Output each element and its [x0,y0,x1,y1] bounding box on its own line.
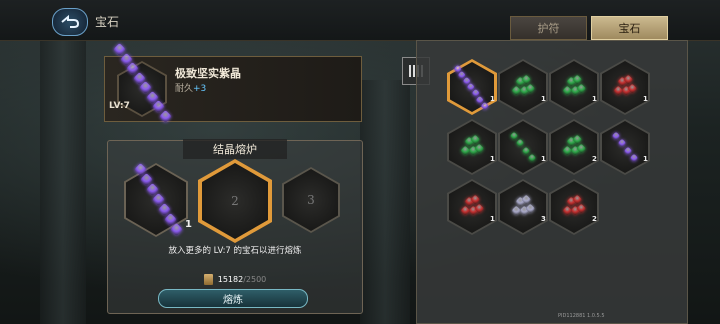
gem-crystal [170,223,183,236]
gem-crystal [521,146,530,155]
inventory-gem-icon [498,179,548,235]
back-button[interactable] [52,8,88,36]
crystal-forge-panel: 结晶熔炉 1 2 3 放入更多的 LV:7 的宝石以进行熔炼 15182/250… [107,139,363,314]
smelt-button[interactable]: 熔炼 [158,289,308,308]
inventory-gem-icon [447,59,497,115]
gem-durability: 耐久+3 [175,81,206,94]
inventory-gem-count: 1 [643,155,648,163]
forge-slot-1-count: 1 [185,219,192,230]
page-title: 宝石 [95,15,120,29]
gem-crystal [623,146,632,155]
forge-title: 结晶熔炉 [108,139,362,159]
durability-label: 耐久 [175,84,194,94]
gem-crystal [515,139,524,148]
tab-gem[interactable]: 宝石 [591,16,668,40]
forge-cost: 15182/2500 [108,274,362,285]
version-label: PID112881 1.0.5.5 [558,313,605,319]
forge-slot-3-number: 3 [307,193,315,207]
inventory-gem-count: 1 [592,95,597,103]
gem-crystal [158,109,172,123]
inventory-gem-icon [498,59,548,115]
inventory-gem-count: 1 [490,155,495,163]
inventory-gem-icon [600,119,650,175]
inventory-gem-count: 2 [592,155,597,163]
gem-level: LV:7 [109,101,130,111]
inventory-gem-count: 1 [541,155,546,163]
tab-amulet[interactable]: 护符 [510,16,587,40]
pillar-left [40,40,86,324]
gem-crystal [475,95,484,104]
gem-name: 极致坚实紫晶 [175,67,241,80]
tab-bar: 护符 宝石 [510,16,668,40]
inventory-gem-count: 1 [490,215,495,223]
durability-bonus: +3 [193,84,207,94]
scroll-icon [203,274,213,285]
inventory-gem-icon [549,119,599,175]
inventory-gem-count: 1 [643,95,648,103]
inventory-gem-count: 1 [490,95,495,103]
gem-inventory-panel: 1 1 1 1 1 1 2 1 1 3 2 [416,40,688,324]
inventory-gem-icon [447,179,497,235]
forge-hint: 放入更多的 LV:7 的宝石以进行熔炼 [168,246,302,256]
gem-crystal [629,153,638,163]
pillar-center [360,80,410,324]
inventory-gem-icon [498,119,548,175]
gem-crystal [617,139,626,148]
inventory-gem-count: 1 [541,95,546,103]
gem-crystal [480,101,489,110]
cost-current: 15182 [217,275,244,284]
inventory-gem-icon [549,59,599,115]
forge-slot-1-gem [124,163,188,237]
forge-slot-2-number: 2 [231,194,239,208]
forge-slot-2[interactable]: 2 [198,159,272,243]
gem-crystal [527,153,536,163]
inventory-gem-count: 2 [592,215,597,223]
cost-max: /2500 [243,275,267,284]
back-arrow-icon [61,14,80,28]
gem-crystal [611,131,620,141]
gem-info-panel: 极致坚实紫晶 耐久+3 LV:7 [104,43,362,123]
forge-slot-3[interactable]: 3 [282,167,340,233]
inventory-gem-icon [600,59,650,115]
gem-info-icon [105,43,175,123]
inventory-gem-icon [447,119,497,175]
gem-crystal [509,131,518,141]
inventory-gem-count: 3 [541,215,546,223]
inventory-gem-icon [549,179,599,235]
